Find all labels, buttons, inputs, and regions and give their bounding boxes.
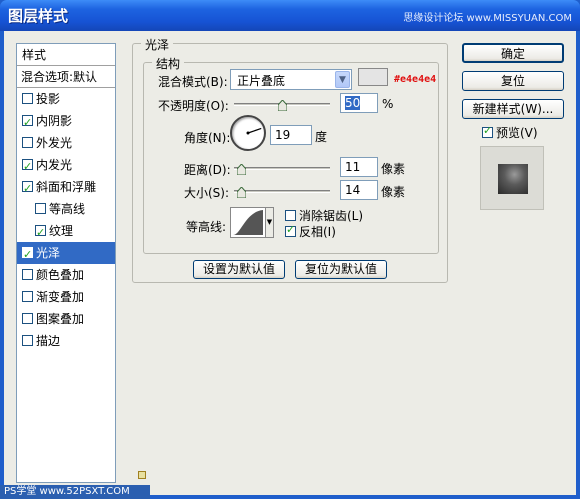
style-item-label: 等高线	[49, 202, 86, 216]
style-item-checkbox[interactable]	[22, 244, 33, 266]
antialias-label: 消除锯齿(L)	[299, 209, 364, 223]
size-value: 14	[345, 183, 361, 197]
blend-mode-select[interactable]: 正片叠底 ▼	[230, 69, 352, 90]
size-slider[interactable]	[234, 190, 330, 193]
blend-mode-label: 混合模式(B):	[158, 75, 228, 89]
size-unit: 像素	[381, 185, 406, 199]
angle-dial[interactable]	[230, 115, 266, 151]
style-item-checkbox[interactable]	[22, 335, 33, 346]
style-item-label: 投影	[36, 92, 61, 106]
distance-value: 11	[345, 160, 361, 174]
style-item[interactable]: 渐变叠加	[17, 286, 115, 308]
angle-dial-icon	[246, 127, 262, 135]
distance-unit: 像素	[381, 162, 406, 176]
style-item-label: 光泽	[36, 246, 61, 260]
reset-button[interactable]: 复位	[462, 71, 564, 91]
preview-swatch	[498, 164, 528, 194]
style-item-checkbox[interactable]	[22, 156, 33, 178]
style-item-checkbox[interactable]	[22, 112, 33, 134]
ok-button[interactable]: 确定	[462, 43, 564, 63]
style-item-checkbox[interactable]	[35, 222, 46, 244]
contour-picker[interactable]	[230, 207, 266, 238]
style-item[interactable]: 内阴影	[17, 110, 115, 134]
set-default-button[interactable]: 设置为默认值	[193, 260, 285, 279]
style-list: 样式 混合选项:默认 投影内阴影外发光内发光斜面和浮雕等高线纹理光泽颜色叠加渐变…	[16, 43, 116, 483]
blend-mode-value: 正片叠底	[237, 74, 286, 88]
structure-group-title: 结构	[152, 55, 185, 72]
preview-option[interactable]: 预览(V)	[482, 124, 538, 141]
style-item[interactable]: 光泽	[17, 242, 115, 266]
style-item-checkbox[interactable]	[22, 93, 33, 104]
opacity-slider-thumb[interactable]	[277, 100, 287, 111]
antialias-checkbox[interactable]	[285, 210, 296, 221]
size-slider-thumb[interactable]	[237, 187, 246, 198]
antialias-option[interactable]: 消除锯齿(L)	[285, 207, 363, 224]
style-item-label: 内发光	[36, 158, 73, 172]
opacity-label: 不透明度(O):	[158, 99, 229, 113]
satin-group-title: 光泽	[141, 36, 174, 53]
reset-default-button[interactable]: 复位为默认值	[295, 260, 387, 279]
invert-checkbox[interactable]	[285, 223, 296, 237]
style-item[interactable]: 图案叠加	[17, 308, 115, 330]
style-item-label: 图案叠加	[36, 312, 85, 326]
chevron-down-icon: ▼	[335, 71, 350, 88]
style-item[interactable]: 纹理	[17, 220, 115, 244]
angle-input[interactable]: 19	[270, 125, 312, 145]
color-swatch[interactable]	[358, 68, 388, 86]
styles-header[interactable]: 样式	[17, 44, 115, 66]
style-item-checkbox[interactable]	[35, 203, 46, 214]
style-item-label: 颜色叠加	[36, 268, 85, 282]
style-item-checkbox[interactable]	[22, 137, 33, 148]
style-item[interactable]: 内发光	[17, 154, 115, 178]
angle-label: 角度(N):	[184, 131, 231, 145]
style-item-checkbox[interactable]	[22, 178, 33, 200]
color-hex-label: #e4e4e4	[394, 74, 437, 85]
watermark-top: 思缘设计论坛 www.MISSYUAN.COM	[403, 13, 572, 24]
contour-label: 等高线:	[186, 220, 227, 234]
contour-curve-icon	[233, 210, 263, 235]
contour-dropdown-arrow[interactable]: ▼	[265, 207, 274, 238]
style-item[interactable]: 斜面和浮雕	[17, 176, 115, 200]
window-title: 图层样式	[8, 7, 69, 25]
distance-slider-thumb[interactable]	[237, 164, 246, 175]
satin-group: 光泽 结构 混合模式(B): 正片叠底 ▼ #e4e4e4 不透明度(O): 5…	[132, 36, 448, 283]
style-item-label: 外发光	[36, 136, 73, 150]
resize-icon	[138, 471, 146, 479]
size-input[interactable]: 14	[340, 180, 378, 200]
distance-input[interactable]: 11	[340, 157, 378, 177]
style-item[interactable]: 描边	[17, 330, 115, 352]
style-item-label: 描边	[36, 334, 61, 348]
opacity-unit: %	[382, 97, 394, 111]
preview-label: 预览(V)	[496, 126, 538, 140]
style-item-label: 斜面和浮雕	[36, 180, 97, 194]
invert-label: 反相(I)	[299, 225, 336, 239]
watermark-bottom: PS学堂 www.52PSXT.COM	[0, 485, 150, 499]
style-item[interactable]: 投影	[17, 88, 115, 110]
title-bar[interactable]: 图层样式 思缘设计论坛 www.MISSYUAN.COM	[0, 0, 580, 31]
opacity-input[interactable]: 50	[340, 93, 378, 113]
distance-label: 距离(D):	[184, 163, 231, 177]
style-item-checkbox[interactable]	[22, 291, 33, 302]
invert-option[interactable]: 反相(I)	[285, 223, 336, 240]
style-item-label: 内阴影	[36, 114, 73, 128]
style-item-label: 渐变叠加	[36, 290, 85, 304]
style-item-checkbox[interactable]	[22, 269, 33, 280]
style-items: 投影内阴影外发光内发光斜面和浮雕等高线纹理光泽颜色叠加渐变叠加图案叠加描边	[17, 88, 115, 352]
size-label: 大小(S):	[184, 186, 230, 200]
style-item[interactable]: 颜色叠加	[17, 264, 115, 286]
opacity-value: 50	[345, 96, 361, 110]
style-item-checkbox[interactable]	[22, 313, 33, 324]
blend-options-item[interactable]: 混合选项:默认	[17, 66, 115, 88]
style-item-label: 纹理	[49, 224, 74, 238]
new-style-button[interactable]: 新建样式(W)...	[462, 99, 564, 119]
style-item[interactable]: 外发光	[17, 132, 115, 154]
preview-checkbox[interactable]	[482, 124, 493, 138]
style-preview	[480, 146, 544, 210]
dialog-client: 样式 混合选项:默认 投影内阴影外发光内发光斜面和浮雕等高线纹理光泽颜色叠加渐变…	[4, 31, 576, 495]
style-item[interactable]: 等高线	[17, 198, 115, 220]
angle-value: 19	[275, 128, 291, 142]
distance-slider[interactable]	[234, 167, 330, 170]
angle-unit: 度	[315, 130, 328, 144]
structure-group: 结构 混合模式(B): 正片叠底 ▼ #e4e4e4 不透明度(O): 50 %…	[143, 55, 439, 254]
